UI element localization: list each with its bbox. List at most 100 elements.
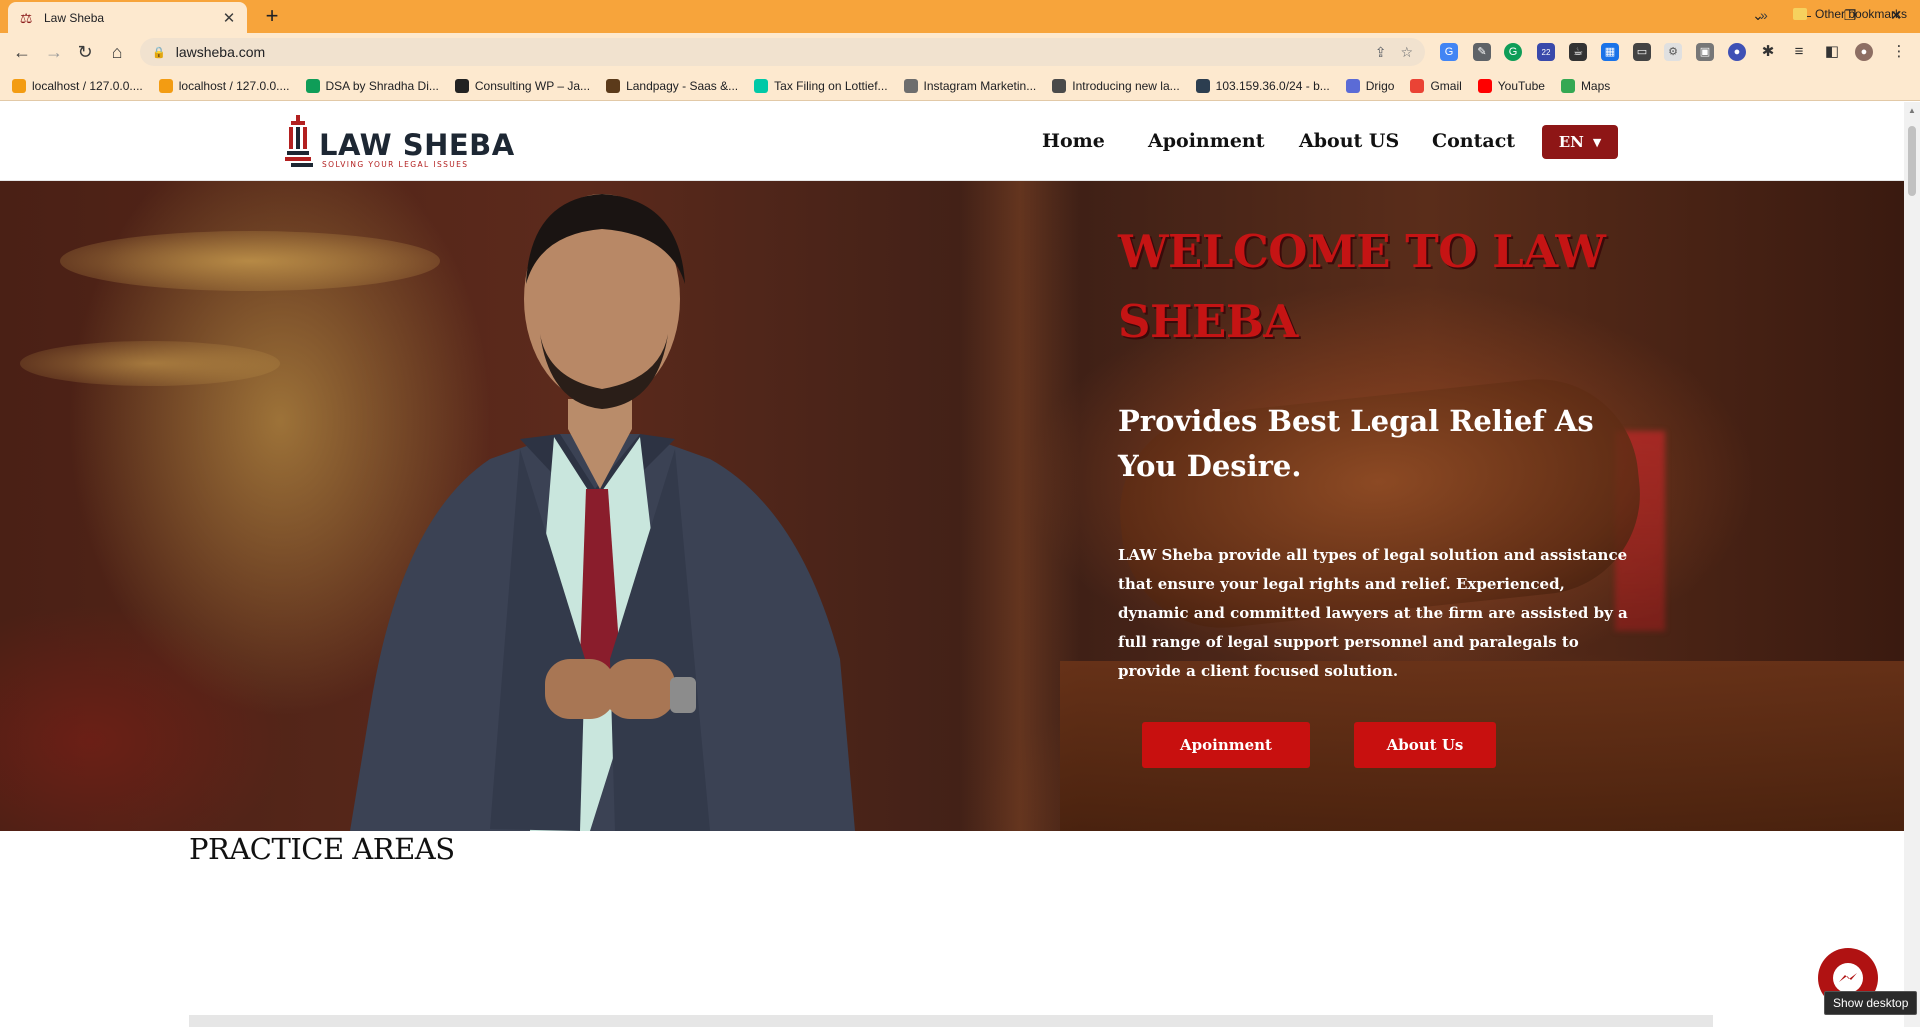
bookmark-label: localhost / 127.0.0....	[178, 78, 290, 93]
scale-background-shape	[20, 341, 280, 386]
scrollbar-thumb[interactable]	[1908, 126, 1916, 196]
globe-extension-icon[interactable]: ●	[1728, 43, 1746, 61]
language-label: EN	[1558, 133, 1584, 151]
sheets-icon	[305, 78, 320, 93]
url-text[interactable]: lawsheba.com	[176, 44, 266, 60]
page-scrollbar[interactable]: ▲	[1904, 102, 1920, 1027]
bookmarks-overflow-icon[interactable]: »	[1760, 7, 1768, 23]
image-extension-icon[interactable]: ▣	[1696, 43, 1714, 61]
logo-tagline: SOLVING YOUR LEGAL ISSUES	[322, 160, 469, 169]
bookmark-label: Landpagy - Saas &...	[626, 78, 739, 93]
bookmark-item[interactable]: Introducing new la...	[1052, 78, 1180, 93]
back-icon[interactable]: ←	[10, 40, 34, 64]
site-header: LAW SHEBA SOLVING YOUR LEGAL ISSUES Home…	[0, 102, 1904, 181]
browser-tab-strip: ⚖ Law Sheba ✕ + ⌄ — ❐ ✕	[0, 0, 1920, 33]
bookmark-item[interactable]: 103.159.36.0/24 - b...	[1195, 78, 1330, 93]
practice-areas-panel	[189, 1015, 1713, 1027]
menu-kebab-icon[interactable]: ⋮	[1890, 43, 1908, 61]
bookmark-label: Tax Filing on Lottief...	[774, 78, 888, 93]
nav-contact[interactable]: Contact	[1432, 130, 1515, 152]
caret-down-icon: ▼	[1592, 135, 1602, 149]
about-us-button[interactable]: About Us	[1354, 722, 1496, 768]
calendar-extension-icon[interactable]: ▦	[1601, 43, 1619, 61]
messenger-icon	[1833, 963, 1863, 993]
extensions-puzzle-icon[interactable]: ✱	[1759, 43, 1777, 61]
lawyer-portrait-image	[350, 194, 855, 831]
c-icon	[454, 78, 469, 93]
colorpicker-extension-icon[interactable]: ✎	[1473, 43, 1491, 61]
reload-icon[interactable]: ↻	[73, 40, 97, 64]
screen-extension-icon[interactable]: ▭	[1633, 43, 1651, 61]
bookmark-label: YouTube	[1497, 78, 1545, 93]
hero-banner: WELCOME TO LAW SHEBA Provides Best Legal…	[0, 181, 1904, 831]
other-bookmarks-label: Other bookmarks	[1815, 7, 1908, 21]
bookmark-item[interactable]: localhost / 127.0.0....	[158, 78, 290, 93]
site-logo[interactable]: LAW SHEBA SOLVING YOUR LEGAL ISSUES	[285, 115, 515, 169]
landpagy-icon	[606, 78, 621, 93]
logo-name: LAW SHEBA	[319, 128, 515, 162]
bookmark-star-icon[interactable]: ☆	[1400, 44, 1413, 61]
bookmark-label: Drigo	[1365, 78, 1395, 93]
show-desktop-tooltip: Show desktop	[1824, 991, 1918, 1015]
bookmark-label: Gmail	[1430, 78, 1462, 93]
bookmark-label: 103.159.36.0/24 - b...	[1215, 78, 1330, 93]
badge-extension-icon[interactable]: 22	[1537, 43, 1555, 61]
language-selector[interactable]: EN ▼	[1542, 125, 1618, 159]
tab-search-icon[interactable]: ⌄	[1735, 0, 1781, 30]
pillar-logo-icon	[285, 115, 313, 167]
tab-title: Law Sheba	[44, 10, 105, 25]
lock-icon[interactable]: 🔒	[152, 46, 166, 59]
bookmark-item[interactable]: Consulting WP – Ja...	[454, 78, 591, 93]
browser-tab[interactable]: ⚖ Law Sheba ✕	[8, 2, 247, 33]
profile-avatar[interactable]: ●	[1855, 43, 1873, 61]
wordpress-icon	[1052, 78, 1067, 93]
hero-subtitle: Provides Best Legal Relief As You Desire…	[1118, 404, 1594, 483]
grammarly-extension-icon[interactable]: G	[1504, 43, 1522, 61]
forward-icon[interactable]: →	[42, 40, 66, 64]
bookmarks-bar: localhost / 127.0.0.... localhost / 127.0…	[0, 71, 1920, 101]
bookmark-item[interactable]: Tax Filing on Lottief...	[754, 78, 888, 93]
law-sheba-favicon-icon: ⚖	[19, 9, 33, 26]
drigo-icon	[1345, 78, 1360, 93]
new-tab-icon[interactable]: +	[260, 5, 284, 29]
maps-icon	[1560, 78, 1575, 93]
bookmark-label: localhost / 127.0.0....	[32, 78, 143, 93]
bookmark-item[interactable]: Gmail	[1410, 78, 1462, 93]
bookmark-label: Instagram Marketin...	[923, 78, 1037, 93]
instagram-icon	[903, 78, 918, 93]
address-bar[interactable]: 🔒 lawsheba.com ⇪ ☆	[140, 38, 1425, 66]
bookmark-item[interactable]: localhost / 127.0.0....	[12, 78, 143, 93]
nav-about-us[interactable]: About US	[1299, 130, 1399, 152]
bookmark-label: Consulting WP – Ja...	[474, 78, 591, 93]
scroll-up-icon[interactable]: ▲	[1908, 106, 1916, 115]
gear-extension-icon[interactable]: ⚙	[1664, 43, 1682, 61]
appointment-button[interactable]: Apoinment	[1142, 722, 1310, 768]
close-tab-icon[interactable]: ✕	[221, 9, 237, 27]
nav-home[interactable]: Home	[1042, 130, 1105, 152]
gmail-icon	[1410, 78, 1425, 93]
share-icon[interactable]: ⇪	[1375, 44, 1387, 61]
bookmark-item[interactable]: Instagram Marketin...	[903, 78, 1037, 93]
nav-appointment[interactable]: Apoinment	[1148, 130, 1265, 152]
translate-extension-icon[interactable]: G	[1440, 43, 1458, 61]
hero-description: LAW Sheba provide all types of legal sol…	[1118, 546, 1628, 680]
bookmark-item[interactable]: Landpagy - Saas &...	[606, 78, 739, 93]
bookmark-item[interactable]: Maps	[1560, 78, 1610, 93]
pma-icon	[12, 78, 26, 93]
practice-areas-heading: PRACTICE AREAS	[189, 832, 455, 866]
bookmark-item[interactable]: YouTube	[1477, 78, 1545, 93]
network-icon	[1195, 78, 1210, 93]
other-bookmarks[interactable]: Other bookmarks	[1793, 7, 1907, 21]
bookmark-label: DSA by Shradha Di...	[325, 78, 439, 93]
bookmark-item[interactable]: Drigo	[1345, 78, 1395, 93]
home-icon[interactable]: ⌂	[105, 40, 129, 64]
bookmark-item[interactable]: DSA by Shradha Di...	[305, 78, 439, 93]
lottie-icon	[754, 78, 769, 93]
bookmark-label: Introducing new la...	[1072, 78, 1180, 93]
youtube-icon	[1477, 78, 1492, 93]
cup-extension-icon[interactable]: ☕	[1569, 43, 1587, 61]
browser-toolbar: ← → ↻ ⌂ 🔒 lawsheba.com ⇪ ☆ G ✎ G 22 ☕ ▦ …	[0, 33, 1920, 71]
side-panel-icon[interactable]: ◧	[1823, 43, 1841, 61]
reading-list-icon[interactable]: ≡	[1790, 43, 1808, 61]
page-viewport: LAW SHEBA SOLVING YOUR LEGAL ISSUES Home…	[0, 102, 1904, 1027]
